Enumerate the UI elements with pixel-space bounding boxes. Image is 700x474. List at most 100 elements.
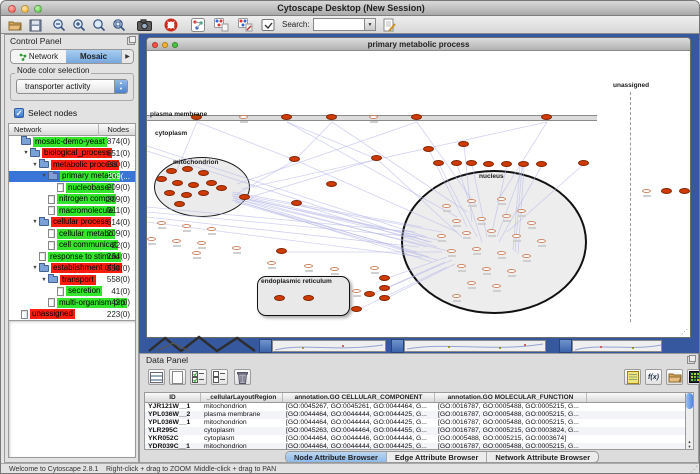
network-node[interactable] bbox=[518, 161, 529, 167]
annotation-icon[interactable] bbox=[260, 17, 276, 33]
disclosure-triangle-icon[interactable]: ▼ bbox=[22, 150, 30, 156]
network-node-outline[interactable] bbox=[467, 281, 476, 285]
network-node-outline[interactable] bbox=[147, 237, 156, 241]
disclosure-triangle-icon[interactable]: ▼ bbox=[31, 265, 39, 271]
canvas-resize-grip[interactable]: ⋰ bbox=[681, 328, 688, 336]
window-sliver[interactable] bbox=[404, 340, 546, 352]
search-input[interactable] bbox=[313, 18, 365, 31]
network-node[interactable] bbox=[281, 114, 292, 120]
network-node[interactable] bbox=[379, 275, 390, 281]
table-row[interactable]: YPL036W__1mitochondrion[GO:0044464, GO:0… bbox=[145, 419, 687, 427]
unselect-all-attributes-icon[interactable] bbox=[211, 369, 228, 385]
tree-row[interactable]: cell communicat22(0) bbox=[9, 240, 135, 252]
network-name[interactable]: mosaic-demo-yeast bbox=[33, 137, 107, 147]
search-settings-icon[interactable] bbox=[381, 17, 397, 33]
window-sliver-cap-icon[interactable] bbox=[559, 339, 572, 353]
window-sliver[interactable] bbox=[272, 340, 386, 352]
network-node-outline[interactable] bbox=[487, 229, 496, 233]
network-node[interactable] bbox=[276, 248, 287, 254]
col-go-molecular-function[interactable]: annotation.GO MOLECULAR_FUNCTION bbox=[435, 393, 587, 402]
tree-row[interactable]: multi-organism pro42(0) bbox=[9, 297, 135, 309]
help-icon[interactable] bbox=[163, 17, 179, 33]
network-node-outline[interactable] bbox=[527, 221, 536, 225]
col-id[interactable]: ID bbox=[145, 393, 201, 402]
network-node-outline[interactable] bbox=[207, 227, 216, 231]
network-node-outline[interactable] bbox=[157, 221, 166, 225]
tree-col-nodes[interactable]: Nodes bbox=[107, 125, 129, 134]
network-node[interactable] bbox=[501, 161, 512, 167]
table-row[interactable]: YPL036W__2plasma membrane[GO:0044464, GO… bbox=[145, 411, 687, 419]
tree-row[interactable]: ▼transport558(0) bbox=[9, 274, 135, 286]
network-node-outline[interactable] bbox=[370, 266, 379, 270]
network-node[interactable] bbox=[536, 161, 547, 167]
open-session-icon[interactable] bbox=[7, 17, 23, 33]
network-node[interactable] bbox=[239, 194, 250, 200]
network-node-outline[interactable] bbox=[232, 246, 241, 250]
window-sliver[interactable] bbox=[572, 340, 662, 352]
network-node[interactable] bbox=[458, 141, 469, 147]
network-name[interactable]: cell communicat bbox=[57, 240, 118, 250]
tree-row[interactable]: mosaic-demo-yeast874(0) bbox=[9, 136, 135, 148]
network-node-outline[interactable] bbox=[182, 224, 191, 228]
network-node[interactable] bbox=[172, 180, 183, 186]
dropdown-stepper-icon[interactable]: ▲▼ bbox=[114, 80, 127, 93]
network-modify-1-icon[interactable] bbox=[213, 17, 229, 33]
table-row[interactable]: YKR052Ccytoplasm[GO:0044464, GO:0044446,… bbox=[145, 435, 687, 443]
network-node[interactable] bbox=[326, 181, 337, 187]
tab-network[interactable]: Network bbox=[11, 50, 66, 63]
network-node[interactable] bbox=[466, 160, 477, 166]
network-node[interactable] bbox=[206, 180, 217, 186]
network-node-outline[interactable] bbox=[447, 249, 456, 253]
col-go-cellular-component[interactable]: annotation.GO CELLULAR_COMPONENT bbox=[283, 393, 435, 402]
save-session-icon[interactable] bbox=[27, 17, 43, 33]
network-node[interactable] bbox=[164, 190, 175, 196]
matrix-icon[interactable] bbox=[687, 369, 700, 385]
network-node[interactable] bbox=[188, 182, 199, 188]
network-node-outline[interactable] bbox=[457, 264, 466, 268]
network-node-outline[interactable] bbox=[522, 254, 531, 258]
network-node-outline[interactable] bbox=[497, 251, 506, 255]
network-node-outline[interactable] bbox=[537, 239, 546, 243]
network-node-outline[interactable] bbox=[304, 264, 313, 268]
network-name[interactable]: secretion bbox=[66, 286, 102, 296]
network-modify-2-icon[interactable] bbox=[237, 17, 253, 33]
network-node-outline[interactable] bbox=[239, 115, 248, 119]
import-attributes-icon[interactable] bbox=[666, 369, 683, 385]
network-node-outline[interactable] bbox=[452, 294, 461, 298]
network-node-outline[interactable] bbox=[192, 251, 201, 255]
tree-row[interactable]: ▼establishment of lo558(0) bbox=[9, 263, 135, 275]
tab-mosaic[interactable]: Mosaic bbox=[66, 50, 121, 63]
network-node-outline[interactable] bbox=[512, 234, 521, 238]
table-row[interactable]: YJR121W__1mitochondrion[GO:0045267, GO:0… bbox=[145, 403, 687, 411]
search-dropdown-arrow-icon[interactable]: ▼ bbox=[365, 18, 376, 31]
tree-col-network[interactable]: Network bbox=[14, 125, 42, 134]
tree-row[interactable]: nitrogen compo209(0) bbox=[9, 194, 135, 206]
tree-row[interactable]: ▼metabolic process280(0) bbox=[9, 159, 135, 171]
tree-row[interactable]: response to stimulu264(0) bbox=[9, 251, 135, 263]
network-name[interactable]: unassigned bbox=[30, 309, 75, 319]
birds-eye-view[interactable] bbox=[8, 320, 136, 458]
table-scrollbar[interactable]: ▲▼ bbox=[685, 392, 694, 450]
disclosure-triangle-icon[interactable]: ▼ bbox=[31, 162, 39, 168]
float-panel-icon[interactable] bbox=[127, 37, 135, 45]
snapshot-icon[interactable] bbox=[136, 17, 152, 33]
function-builder-icon[interactable]: f(x) bbox=[645, 369, 662, 385]
network-node[interactable] bbox=[679, 188, 690, 194]
tree-row[interactable]: unassigned223(0) bbox=[9, 309, 135, 321]
disclosure-triangle-icon[interactable]: ▼ bbox=[31, 219, 39, 225]
network-node[interactable] bbox=[326, 114, 337, 120]
network-node[interactable] bbox=[182, 166, 193, 172]
zoom-selected-region-icon[interactable] bbox=[111, 17, 127, 33]
network-node[interactable] bbox=[411, 114, 422, 120]
table-row[interactable]: YLR295Ccytoplasm[GO:0045263, GO:0044464,… bbox=[145, 427, 687, 435]
zoom-in-icon[interactable] bbox=[71, 17, 87, 33]
select-all-attributes-icon[interactable] bbox=[190, 369, 207, 385]
delete-attribute-icon[interactable] bbox=[234, 369, 251, 385]
network-node[interactable] bbox=[451, 160, 462, 166]
network-node[interactable] bbox=[483, 161, 494, 167]
network-node[interactable] bbox=[181, 192, 192, 198]
attribute-select-icon[interactable] bbox=[148, 369, 165, 385]
network-name[interactable]: biological_process bbox=[42, 148, 112, 158]
network-view-window[interactable]: primary metabolic process plasma membran… bbox=[146, 37, 691, 338]
network-node[interactable] bbox=[364, 291, 375, 297]
